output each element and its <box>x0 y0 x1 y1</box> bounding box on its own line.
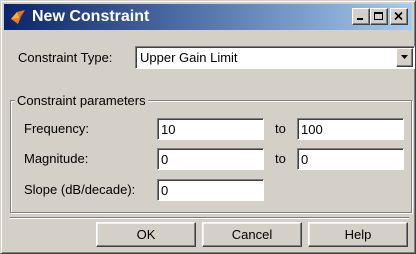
constraint-parameters-title: Constraint parameters <box>15 93 148 108</box>
minimize-icon <box>357 18 363 20</box>
constraint-type-label: Constraint Type: <box>18 50 113 65</box>
frequency-from-input[interactable] <box>157 118 264 140</box>
magnitude-from-input[interactable] <box>157 148 264 170</box>
magnitude-to-input[interactable] <box>297 148 404 170</box>
constraint-type-dropdown[interactable]: Upper Gain Limit <box>135 46 415 69</box>
ok-button[interactable]: OK <box>96 222 196 247</box>
frequency-label: Frequency: <box>24 121 90 136</box>
minimize-button[interactable] <box>352 8 370 25</box>
dropdown-button[interactable] <box>396 48 413 67</box>
maximize-button[interactable] <box>370 8 388 25</box>
cancel-button[interactable]: Cancel <box>202 222 302 247</box>
slope-input[interactable] <box>157 179 264 201</box>
chevron-down-icon <box>401 55 408 59</box>
magnitude-label: Magnitude: <box>24 151 89 166</box>
magnitude-to-label: to <box>275 151 286 166</box>
help-button[interactable]: Help <box>308 222 408 247</box>
close-button[interactable] <box>390 8 408 25</box>
maximize-icon <box>374 12 383 20</box>
close-icon <box>394 12 403 21</box>
new-constraint-dialog: New Constraint Constraint Type: Upper Ga… <box>0 0 416 254</box>
window-title: New Constraint <box>32 8 150 25</box>
frequency-to-input[interactable] <box>297 118 404 140</box>
matlab-app-icon <box>11 10 25 24</box>
frequency-to-label: to <box>275 121 286 136</box>
constraint-type-value: Upper Gain Limit <box>140 50 238 65</box>
slope-label: Slope (dB/decade): <box>24 182 136 197</box>
title-bar[interactable]: New Constraint <box>4 4 412 30</box>
